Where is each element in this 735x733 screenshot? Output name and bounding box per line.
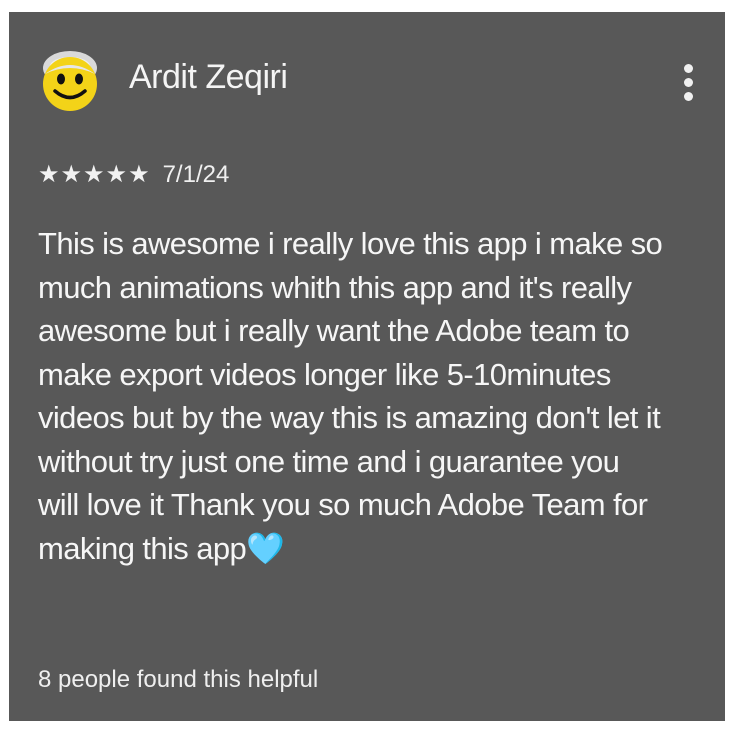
review-body: This is awesome i really love this app i… — [38, 226, 663, 566]
smiley-face-icon — [43, 51, 97, 111]
more-vert-icon — [681, 64, 695, 101]
author-name: Ardit Zeqiri — [129, 58, 288, 96]
review-date: 7/1/24 — [162, 161, 230, 188]
review-card: Ardit Zeqiri ★★★★★ 7/1/24 This is awesom… — [9, 12, 725, 721]
more-options-button[interactable] — [681, 64, 695, 108]
star-rating: ★★★★★ — [38, 161, 151, 188]
heart-emoji: 🩵 — [246, 530, 285, 566]
review-text: This is awesome i really love this app i… — [38, 222, 725, 570]
avatar[interactable] — [38, 46, 102, 112]
helpful-count: 8 people found this helpful — [38, 666, 319, 693]
review-meta: ★★★★★ 7/1/24 — [38, 161, 229, 189]
